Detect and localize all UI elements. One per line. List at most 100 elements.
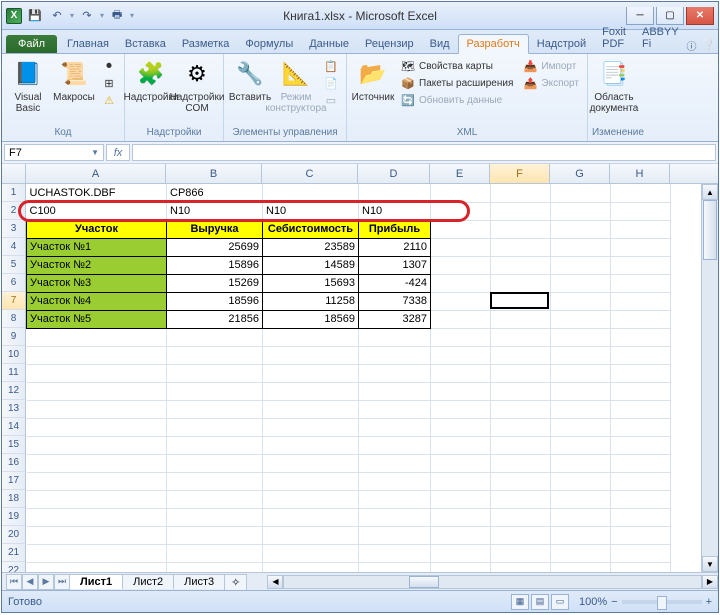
cell[interactable]	[611, 292, 671, 310]
tab-abbyy[interactable]: ABBYY Fi	[634, 23, 687, 53]
row-header-1[interactable]: 1	[2, 184, 25, 202]
cell[interactable]	[551, 472, 611, 490]
cell[interactable]	[167, 418, 263, 436]
cell[interactable]	[551, 256, 611, 274]
cell[interactable]	[27, 382, 167, 400]
cell[interactable]	[491, 472, 551, 490]
row-header-22[interactable]: 22	[2, 562, 25, 572]
cell[interactable]	[167, 454, 263, 472]
cell[interactable]: Участок №4	[27, 292, 167, 310]
hsb-right-icon[interactable]: ▶	[702, 575, 718, 589]
cell[interactable]	[611, 184, 671, 202]
tab-review[interactable]: Рецензир	[357, 35, 422, 53]
cell[interactable]: UCHASTOK.DBF	[27, 184, 167, 202]
cell[interactable]	[611, 346, 671, 364]
cell[interactable]	[431, 562, 491, 572]
cell[interactable]	[491, 382, 551, 400]
cell[interactable]	[431, 292, 491, 310]
cell[interactable]	[611, 562, 671, 572]
document-panel-button[interactable]: 📑 Область документа	[592, 56, 636, 116]
cell[interactable]	[27, 562, 167, 572]
cell[interactable]	[263, 508, 359, 526]
cell[interactable]: 11258	[263, 292, 359, 310]
cell[interactable]: 23589	[263, 238, 359, 256]
cell[interactable]	[27, 472, 167, 490]
cell[interactable]	[551, 382, 611, 400]
cell[interactable]	[491, 220, 551, 238]
cell[interactable]	[611, 490, 671, 508]
cell[interactable]: 15896	[167, 256, 263, 274]
vertical-scrollbar[interactable]: ▲ ▼	[701, 184, 718, 572]
horizontal-scrollbar[interactable]: ◀ ▶	[267, 575, 718, 589]
cell[interactable]	[611, 544, 671, 562]
vsb-down-icon[interactable]: ▼	[702, 556, 718, 572]
cell[interactable]	[431, 364, 491, 382]
cell[interactable]	[263, 400, 359, 418]
row-header-3[interactable]: 3	[2, 220, 25, 238]
row-header-13[interactable]: 13	[2, 400, 25, 418]
cell[interactable]	[491, 562, 551, 572]
cell[interactable]	[491, 346, 551, 364]
zoom-out-button[interactable]: −	[611, 596, 617, 608]
hsb-left-icon[interactable]: ◀	[267, 575, 283, 589]
sheet-tab-3[interactable]: Лист3	[173, 574, 225, 589]
minimize-button[interactable]: ─	[626, 7, 654, 25]
cell[interactable]	[551, 184, 611, 202]
close-button[interactable]: ✕	[686, 7, 714, 25]
cell[interactable]: 15693	[263, 274, 359, 292]
cell[interactable]	[359, 382, 431, 400]
row-header-20[interactable]: 20	[2, 526, 25, 544]
cell[interactable]: N10	[359, 202, 431, 220]
macros-button[interactable]: 📜 Макросы	[52, 56, 96, 105]
cell[interactable]	[359, 328, 431, 346]
cell[interactable]	[431, 184, 491, 202]
cell[interactable]	[551, 508, 611, 526]
cell[interactable]	[491, 238, 551, 256]
cell[interactable]	[551, 526, 611, 544]
cell[interactable]	[167, 328, 263, 346]
cell[interactable]: 7338	[359, 292, 431, 310]
sheet-nav-first[interactable]: ⏮	[6, 574, 22, 590]
cell[interactable]	[431, 202, 491, 220]
cell[interactable]	[263, 544, 359, 562]
cell[interactable]	[431, 274, 491, 292]
cell[interactable]: Выручка	[167, 220, 263, 238]
cell[interactable]	[167, 400, 263, 418]
cell[interactable]	[263, 526, 359, 544]
cell[interactable]	[27, 364, 167, 382]
cell[interactable]	[491, 418, 551, 436]
cell[interactable]	[263, 346, 359, 364]
cell[interactable]: N10	[167, 202, 263, 220]
cell[interactable]	[611, 382, 671, 400]
namebox-dropdown-icon[interactable]: ▼	[91, 148, 99, 157]
row-header-12[interactable]: 12	[2, 382, 25, 400]
cell[interactable]	[611, 364, 671, 382]
cell[interactable]	[491, 292, 551, 310]
row-header-21[interactable]: 21	[2, 544, 25, 562]
cell[interactable]: -424	[359, 274, 431, 292]
row-header-17[interactable]: 17	[2, 472, 25, 490]
cell[interactable]: 18569	[263, 310, 359, 328]
cell[interactable]	[551, 202, 611, 220]
cell[interactable]	[263, 382, 359, 400]
cell[interactable]	[27, 436, 167, 454]
cell[interactable]	[431, 400, 491, 418]
cell[interactable]	[551, 454, 611, 472]
cell[interactable]	[359, 472, 431, 490]
cell[interactable]: Прибыль	[359, 220, 431, 238]
cell[interactable]: N10	[263, 202, 359, 220]
row-header-4[interactable]: 4	[2, 238, 25, 256]
sheet-nav-prev[interactable]: ◀	[22, 574, 38, 590]
com-addins-button[interactable]: ⚙ Надстройки COM	[175, 56, 219, 116]
cell[interactable]	[431, 454, 491, 472]
select-all-corner[interactable]	[2, 164, 26, 183]
cell[interactable]	[167, 364, 263, 382]
cell[interactable]	[27, 490, 167, 508]
cell[interactable]	[27, 400, 167, 418]
cell[interactable]: 21856	[167, 310, 263, 328]
cell[interactable]	[359, 544, 431, 562]
cell[interactable]	[431, 238, 491, 256]
sheet-tab-2[interactable]: Лист2	[122, 574, 174, 589]
cell[interactable]: CP866	[167, 184, 263, 202]
cell[interactable]	[431, 418, 491, 436]
